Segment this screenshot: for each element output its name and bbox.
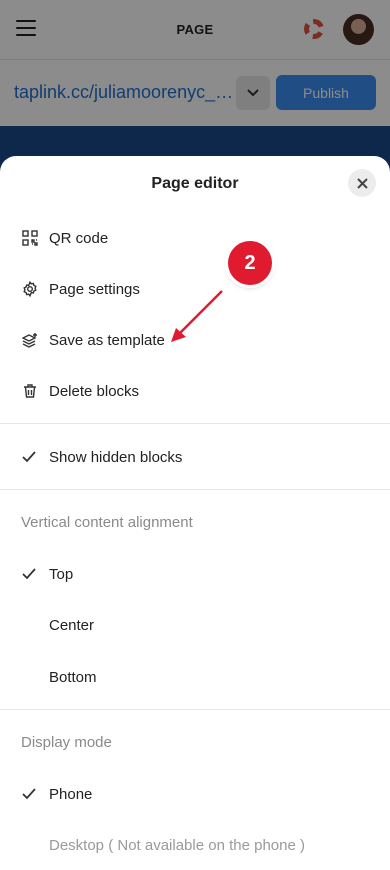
- option-align-center[interactable]: Center: [0, 605, 390, 645]
- close-icon: [356, 177, 368, 189]
- menu-item-save-as-template[interactable]: Save as template: [0, 320, 390, 360]
- menu-item-label: Show hidden blocks: [49, 448, 183, 466]
- close-button[interactable]: [348, 169, 376, 197]
- menu-item-label: QR code: [49, 229, 109, 247]
- option-label: Bottom: [49, 668, 97, 686]
- menu-item-label: Delete blocks: [49, 382, 140, 400]
- check-icon: [22, 451, 36, 463]
- qr-code-icon: [22, 230, 38, 246]
- menu-item-label: Save as template: [49, 331, 165, 349]
- option-label: Center: [49, 616, 95, 634]
- check-icon: [22, 568, 36, 580]
- option-label: Phone: [49, 785, 93, 803]
- section-heading-alignment: Vertical content alignment: [21, 514, 193, 531]
- layers-plus-icon: [22, 333, 37, 348]
- option-label: Top: [49, 565, 74, 583]
- trash-icon: [24, 384, 36, 398]
- page-editor-sheet: Page editor QR code Page settings Save a…: [0, 156, 390, 870]
- check-icon: [22, 788, 36, 800]
- option-align-top[interactable]: Top: [0, 554, 390, 594]
- sheet-title: Page editor: [151, 175, 239, 192]
- menu-item-label: Page settings: [49, 280, 140, 298]
- menu-item-delete-blocks[interactable]: Delete blocks: [0, 371, 390, 411]
- divider: [0, 709, 390, 710]
- gear-icon: [23, 281, 37, 297]
- step-number-badge: 2: [228, 241, 272, 285]
- menu-item-qr-code[interactable]: QR code: [0, 218, 390, 258]
- divider: [0, 489, 390, 490]
- option-align-bottom[interactable]: Bottom: [0, 657, 390, 697]
- option-display-phone[interactable]: Phone: [0, 774, 390, 814]
- toggle-show-hidden-blocks[interactable]: Show hidden blocks: [0, 437, 390, 477]
- divider: [0, 423, 390, 424]
- option-label: Desktop ( Not available on the phone ): [49, 836, 305, 854]
- menu-item-page-settings[interactable]: Page settings: [0, 269, 390, 309]
- section-heading-display-mode: Display mode: [21, 734, 112, 751]
- option-display-desktop: Desktop ( Not available on the phone ): [0, 825, 390, 865]
